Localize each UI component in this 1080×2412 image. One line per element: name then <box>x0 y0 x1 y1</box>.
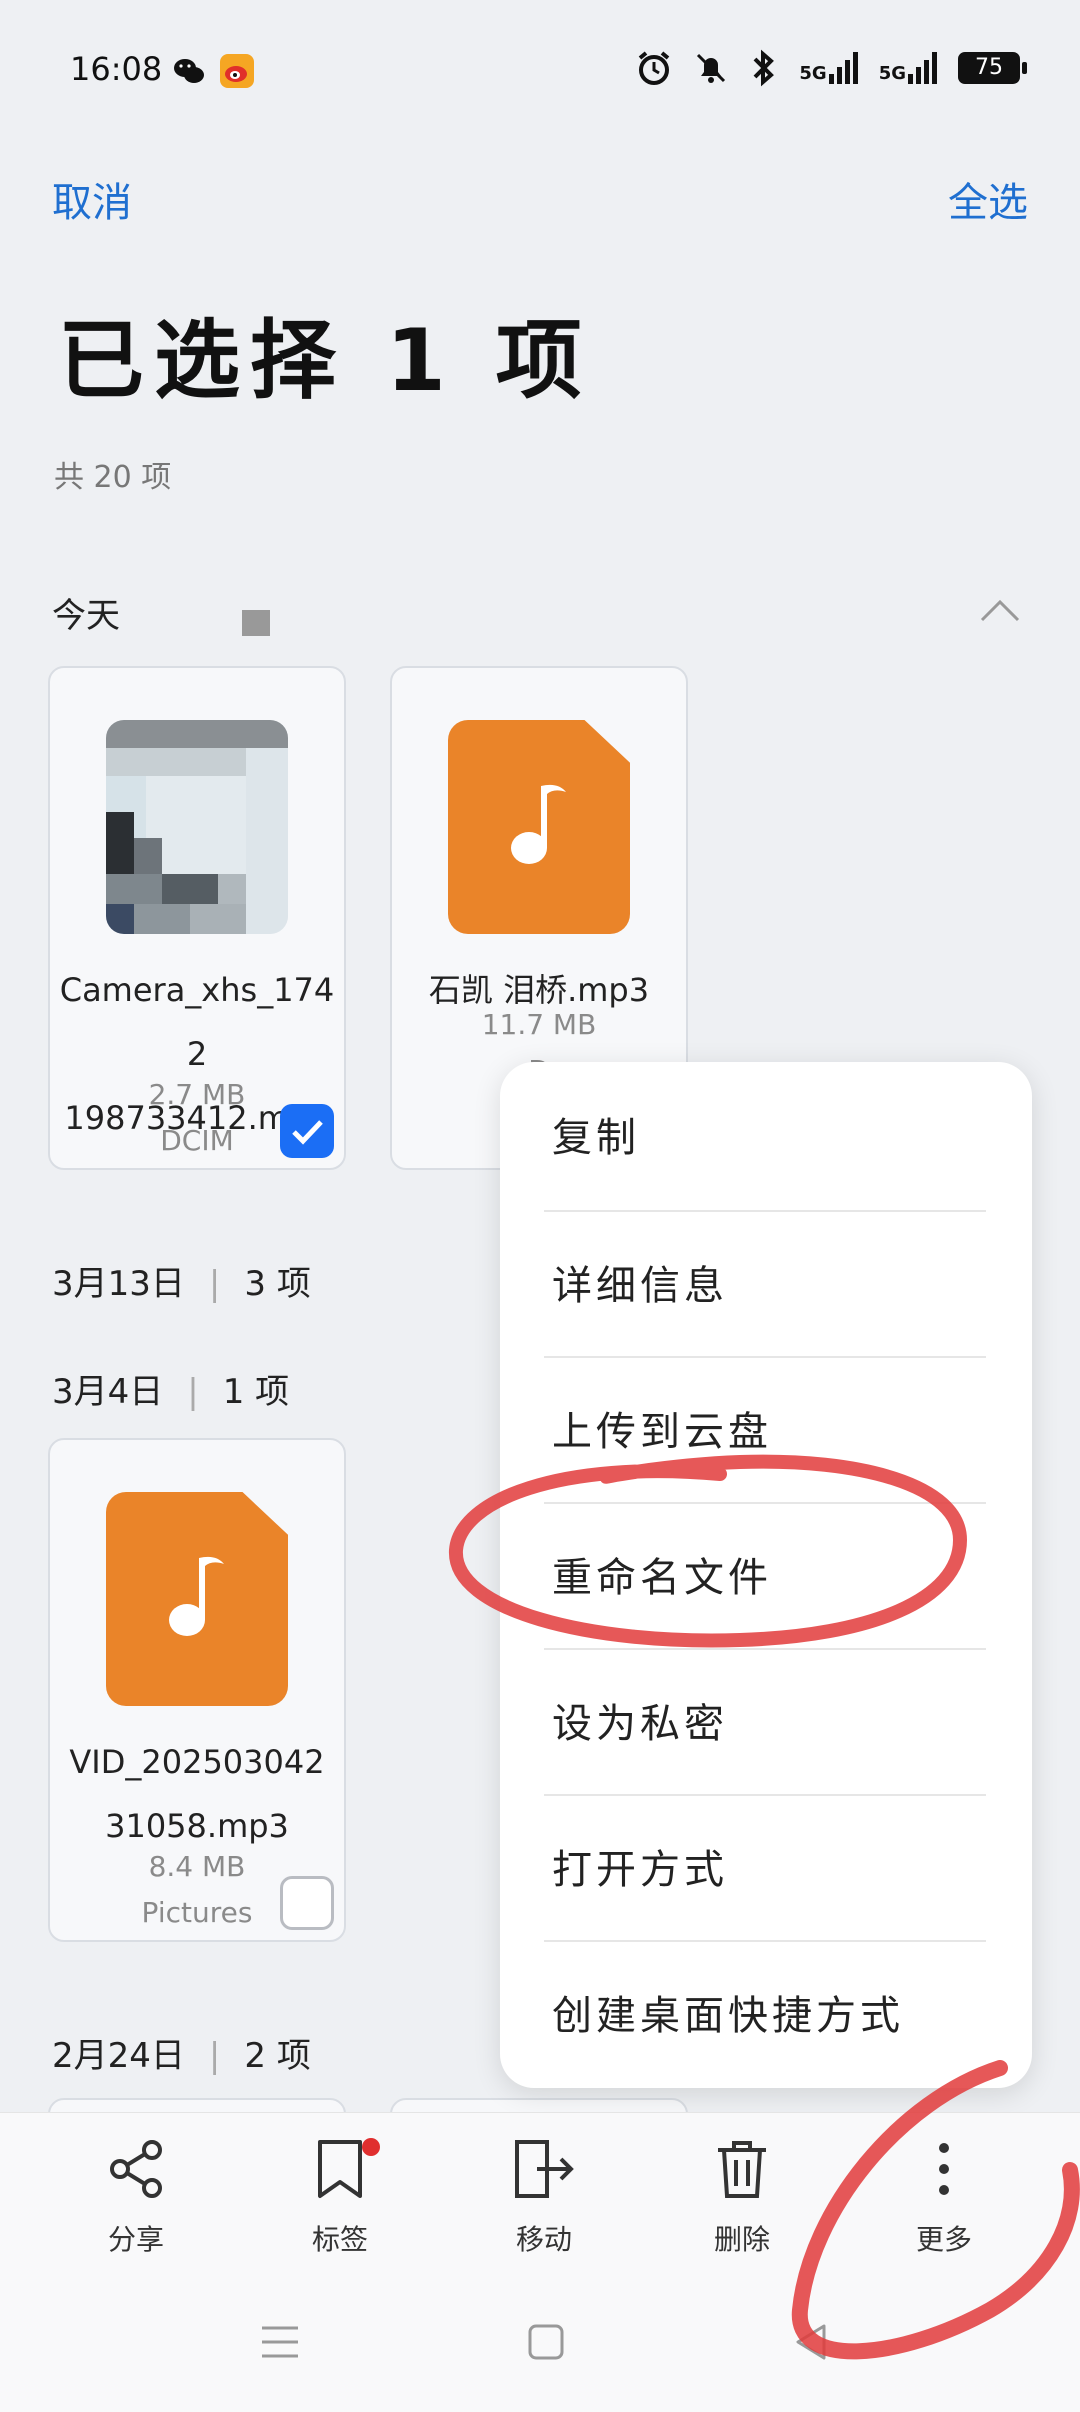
music-file-icon <box>106 1492 288 1706</box>
chevron-up-icon[interactable] <box>978 590 1022 634</box>
item-count: 共 20 项 <box>54 460 172 495</box>
file-card[interactable]: VID_202503042 31058.mp3 8.4 MB Pictures <box>48 1438 346 1942</box>
page-title: 已选择 1 项 <box>58 311 592 411</box>
share-icon <box>110 2140 162 2198</box>
music-file-icon <box>448 720 630 934</box>
selected-checkbox[interactable] <box>280 1104 334 1158</box>
bookmark-icon <box>318 2140 362 2198</box>
status-time: 16:08 <box>70 50 163 88</box>
signal-icon: 5G <box>879 52 938 84</box>
more-vertical-icon <box>939 2143 949 2195</box>
video-thumbnail <box>106 720 288 934</box>
signal-icon: 5G <box>799 52 858 84</box>
menu-item-rename[interactable]: 重命名文件 <box>552 1502 986 1646</box>
more-button[interactable]: 更多 <box>874 2138 1014 2268</box>
check-icon <box>292 1120 323 1145</box>
notification-dot <box>362 2138 380 2156</box>
menu-item-copy[interactable]: 复制 <box>552 1062 986 1206</box>
select-all-button[interactable]: 全选 <box>948 170 1028 228</box>
delete-button[interactable]: 删除 <box>672 2138 812 2268</box>
battery-icon: 75 <box>958 52 1027 84</box>
bluetooth-icon <box>753 49 775 87</box>
trash-icon <box>718 2141 766 2198</box>
unselected-checkbox[interactable] <box>280 1876 334 1930</box>
more-options-menu: 复制 详细信息 上传到云盘 重命名文件 设为私密 打开方式 创建桌面快捷方式 <box>500 1062 1032 2088</box>
move-icon <box>515 2140 574 2198</box>
alarm-icon <box>639 51 670 85</box>
file-size: 11.7 MB <box>481 1008 597 1041</box>
move-button[interactable]: 移动 <box>474 2138 614 2268</box>
section-header-feb24: 2月24日 | 2 项 <box>52 2036 311 2076</box>
weibo-icon <box>220 54 254 88</box>
redacted-pixel <box>242 610 270 636</box>
menu-item-upload-cloud[interactable]: 上传到云盘 <box>552 1356 986 1500</box>
status-icons: 5G 5G 75 <box>635 48 1027 88</box>
menu-item-create-shortcut[interactable]: 创建桌面快捷方式 <box>552 1940 986 2084</box>
tag-button[interactable]: 标签 <box>270 2138 410 2268</box>
file-card[interactable]: Camera_xhs_1742 198733412.mp4 2.7 MB DCI… <box>48 666 346 1170</box>
back-nav-icon[interactable] <box>790 2320 834 2364</box>
menu-item-details[interactable]: 详细信息 <box>552 1210 986 1354</box>
section-header-today: 今天 <box>52 596 120 636</box>
section-header-mar4: 3月4日 | 1 项 <box>52 1372 290 1412</box>
file-name: VID_202503042 31058.mp3 <box>69 1743 325 1845</box>
menu-item-set-private[interactable]: 设为私密 <box>552 1648 986 1792</box>
home-nav-icon[interactable] <box>524 2320 568 2364</box>
mute-icon <box>697 53 726 83</box>
menu-nav-icon[interactable] <box>258 2320 302 2364</box>
menu-item-open-with[interactable]: 打开方式 <box>552 1794 986 1938</box>
section-header-mar13: 3月13日 | 3 项 <box>52 1264 311 1304</box>
wechat-icon <box>172 54 206 88</box>
share-button[interactable]: 分享 <box>66 2138 206 2268</box>
cancel-button[interactable]: 取消 <box>52 170 132 228</box>
